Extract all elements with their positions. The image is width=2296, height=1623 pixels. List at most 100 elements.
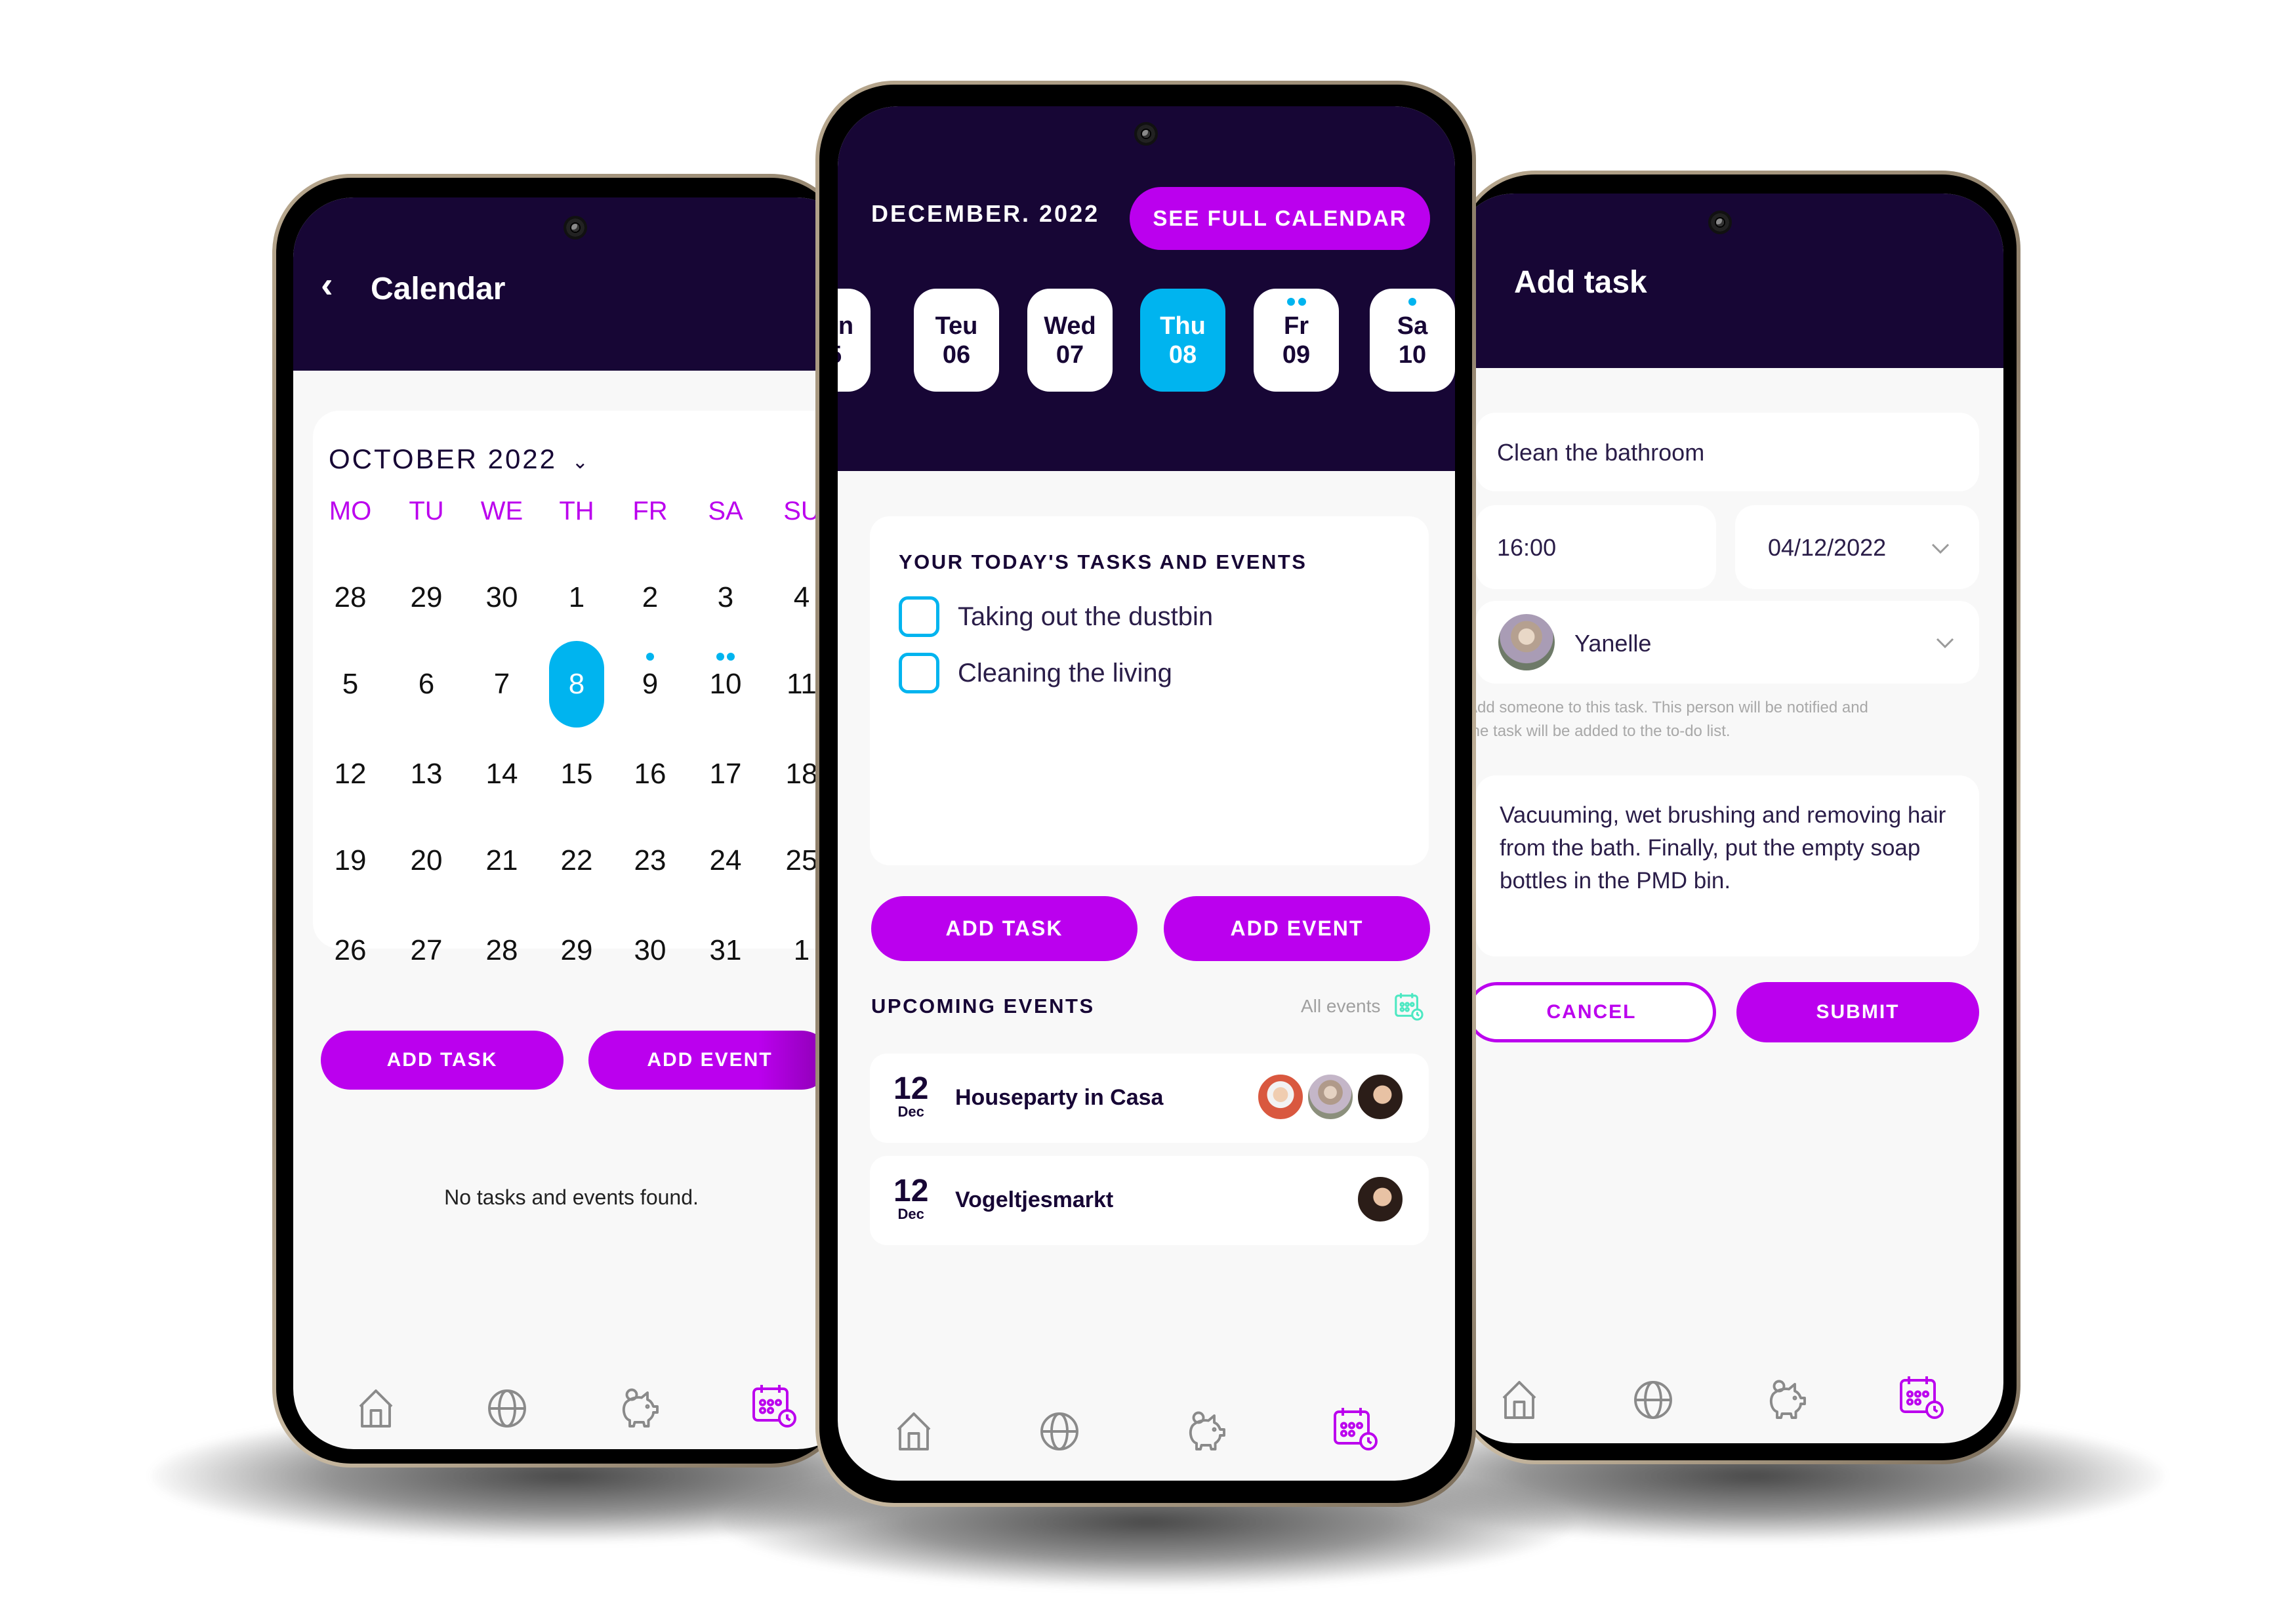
- day-cell[interactable]: 18: [786, 758, 818, 791]
- task-item[interactable]: Taking out the dustbin: [899, 596, 1213, 637]
- add-task-screen: ‹ Add task Clean the bathroom 16:00 04/1…: [1460, 194, 2003, 1443]
- day-cell[interactable]: 30: [634, 934, 666, 967]
- day-cell[interactable]: 20: [411, 844, 443, 877]
- day-cell[interactable]: 9: [642, 668, 658, 701]
- task-item[interactable]: Cleaning the living: [899, 653, 1172, 693]
- task-checkbox[interactable]: [899, 596, 939, 637]
- day-cell[interactable]: 15: [561, 758, 593, 791]
- day-cell[interactable]: 21: [486, 844, 518, 877]
- description-value: Vacuuming, wet brushing and removing hai…: [1500, 802, 1946, 894]
- day-chip[interactable]: Fr 09: [1254, 289, 1339, 392]
- day-cell[interactable]: 16: [634, 758, 666, 791]
- add-task-button[interactable]: ADD TASK: [871, 896, 1138, 961]
- day-cell[interactable]: 23: [634, 844, 666, 877]
- day-cell[interactable]: 30: [486, 581, 518, 614]
- day-cell[interactable]: 2: [642, 581, 658, 614]
- description-textarea[interactable]: Vacuuming, wet brushing and removing hai…: [1476, 775, 1979, 956]
- month-label: DECEMBER. 2022: [871, 200, 1100, 227]
- day-chip[interactable]: Sa 10: [1370, 289, 1455, 392]
- globe-icon[interactable]: [1036, 1408, 1083, 1455]
- assignee-value: Yanelle: [1574, 630, 1652, 657]
- task-name-input[interactable]: Clean the bathroom: [1476, 413, 1979, 491]
- attendee-avatar: [1357, 1073, 1404, 1120]
- calendar-clock-icon[interactable]: [750, 1381, 797, 1428]
- day-chip[interactable]: Mon05: [838, 289, 871, 392]
- all-events-link[interactable]: All events: [1301, 991, 1424, 1022]
- date-select[interactable]: 04/12/2022: [1735, 505, 1979, 589]
- attendee-avatar: [1257, 1073, 1304, 1120]
- calendar-clock-icon[interactable]: [1897, 1372, 1944, 1420]
- day-cell[interactable]: 13: [411, 758, 443, 791]
- day-cell[interactable]: 1: [569, 581, 584, 614]
- day-cell[interactable]: 10: [710, 668, 742, 701]
- event-card[interactable]: 12 Dec Houseparty in Casa: [870, 1054, 1429, 1143]
- day-cell[interactable]: 29: [411, 581, 443, 614]
- today-title: YOUR TODAY'S TASKS AND EVENTS: [899, 550, 1307, 573]
- day-chip[interactable]: Teu 06: [914, 289, 999, 392]
- piggy-bank-icon[interactable]: [1183, 1408, 1230, 1455]
- assignee-avatar: [1497, 613, 1556, 672]
- back-button[interactable]: ‹: [321, 263, 333, 306]
- page-title: Calendar: [371, 272, 506, 306]
- day-cell[interactable]: 31: [710, 934, 742, 967]
- day-cell[interactable]: 14: [486, 758, 518, 791]
- day-cell[interactable]: 29: [561, 934, 593, 967]
- piggy-bank-icon[interactable]: [616, 1385, 663, 1432]
- see-full-calendar-button[interactable]: SEE FULL CALENDAR: [1130, 187, 1430, 250]
- front-camera: [1134, 122, 1158, 146]
- day-chip[interactable]: Thu 08: [1140, 289, 1225, 392]
- phone-left: ‹ Calendar OCTOBER 2022 ⌄ MO TU WE TH FR SA SU…: [272, 174, 850, 1468]
- chip-date: 08: [1168, 340, 1197, 369]
- add-event-button[interactable]: ADD EVENT: [588, 1031, 831, 1090]
- upcoming-events-title: UPCOMING EVENTS: [871, 995, 1095, 1017]
- chip-day: Thu: [1160, 312, 1206, 340]
- globe-icon[interactable]: [483, 1385, 531, 1432]
- month-selector[interactable]: OCTOBER 2022 ⌄: [329, 443, 590, 475]
- home-icon[interactable]: [1496, 1376, 1543, 1424]
- submit-button[interactable]: SUBMIT: [1736, 982, 1979, 1042]
- day-cell[interactable]: 28: [335, 581, 367, 614]
- event-card[interactable]: 12 Dec Vogeltjesmarkt: [870, 1156, 1429, 1245]
- all-events-label: All events: [1301, 996, 1381, 1016]
- day-cell[interactable]: 4: [794, 581, 810, 614]
- time-input[interactable]: 16:00: [1476, 505, 1716, 589]
- day-cell[interactable]: 25: [786, 844, 818, 877]
- helper-line: the task will be added to the to-do list…: [1467, 722, 1731, 740]
- event-dot: [646, 653, 654, 661]
- day-cell[interactable]: 12: [335, 758, 367, 791]
- day-cell[interactable]: 3: [718, 581, 733, 614]
- day-cell[interactable]: 7: [494, 668, 510, 701]
- day-cell[interactable]: 22: [561, 844, 593, 877]
- day-cell[interactable]: 27: [411, 934, 443, 967]
- add-task-button[interactable]: ADD TASK: [321, 1031, 564, 1090]
- task-checkbox[interactable]: [899, 653, 939, 693]
- cancel-button[interactable]: CANCEL: [1467, 982, 1716, 1042]
- calendar-clock-icon[interactable]: [1331, 1404, 1378, 1451]
- day-cell[interactable]: 5: [342, 668, 358, 701]
- day-cell[interactable]: 26: [335, 934, 367, 967]
- home-calendar-screen: DECEMBER. 2022 SEE FULL CALENDAR Mon05 Te…: [838, 106, 1455, 1481]
- add-event-button[interactable]: ADD EVENT: [1164, 896, 1430, 961]
- assignee-select[interactable]: Yanelle: [1476, 601, 1979, 684]
- day-cell[interactable]: 6: [419, 668, 434, 701]
- phone-right: ‹ Add task Clean the bathroom 16:00 04/1…: [1456, 171, 2020, 1464]
- day-cell[interactable]: 1: [794, 934, 810, 967]
- home-icon[interactable]: [890, 1408, 937, 1455]
- day-cell[interactable]: 17: [710, 758, 742, 791]
- day-cell-selected[interactable]: 8: [549, 641, 604, 728]
- day-cell[interactable]: 11: [787, 668, 817, 701]
- event-dot: [1298, 298, 1306, 306]
- home-icon[interactable]: [352, 1385, 400, 1432]
- task-label: Taking out the dustbin: [958, 602, 1214, 631]
- day-cell[interactable]: 19: [335, 844, 367, 877]
- day-cell[interactable]: 24: [710, 844, 742, 877]
- chip-date: 07: [1056, 340, 1084, 369]
- chip-day: Teu: [935, 312, 978, 340]
- weekday-label: SU: [783, 497, 820, 525]
- day-chip[interactable]: Wed 07: [1027, 289, 1113, 392]
- time-value: 16:00: [1497, 534, 1557, 561]
- globe-icon[interactable]: [1630, 1376, 1677, 1424]
- chip-day: Wed: [1044, 312, 1096, 340]
- day-cell[interactable]: 28: [486, 934, 518, 967]
- piggy-bank-icon[interactable]: [1763, 1376, 1811, 1424]
